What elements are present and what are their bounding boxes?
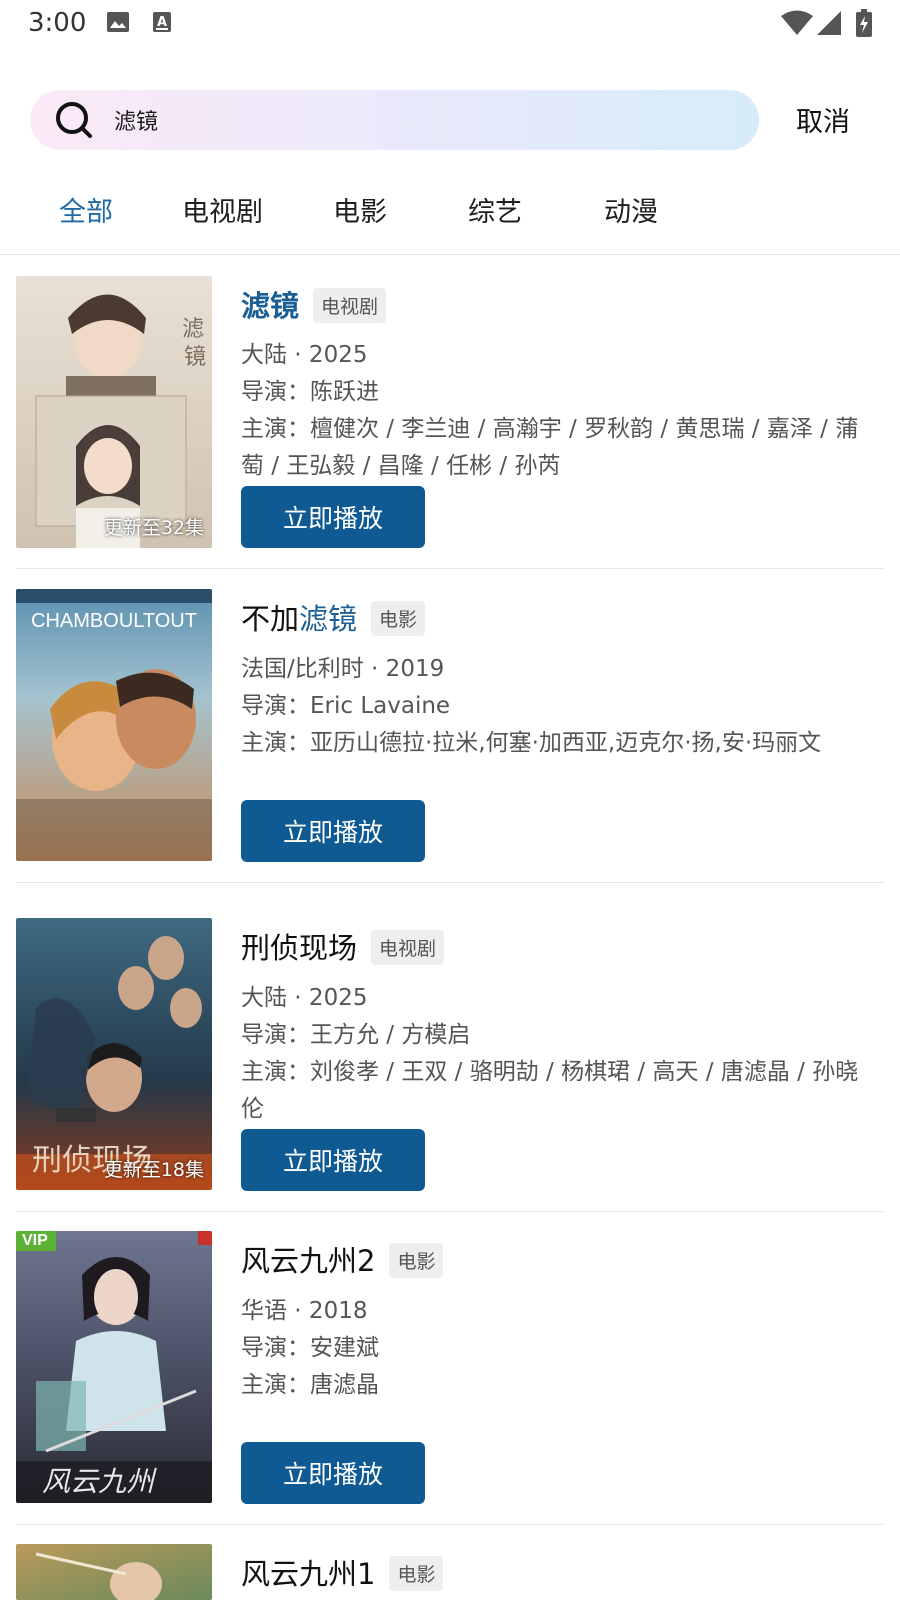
result-title[interactable]: 不加滤镜 电影 [241,596,426,638]
signal-icon [817,11,841,35]
poster-image[interactable]: 刑侦现场 更新至18集 [16,918,212,1190]
tab-anime[interactable]: 动漫 [604,190,658,229]
type-tag: 电视剧 [371,929,445,965]
director: 导演：安建斌 [241,1335,379,1361]
title-text: 风云九州2 [241,1244,376,1278]
result-title[interactable]: 刑侦现场 电视剧 [241,925,445,967]
cancel-button[interactable]: 取消 [796,100,850,139]
cast: 主演：檀健次 / 李兰迪 / 高瀚宇 / 罗秋韵 / 黄思瑞 / 嘉泽 / 蒲萄… [241,416,859,479]
play-now-button[interactable]: 立即播放 [241,800,425,862]
tabs-divider [0,254,900,255]
tab-tv-series[interactable]: 电视剧 [182,190,263,229]
image-icon [107,12,129,32]
director: 导演：陈跃进 [241,379,379,405]
title-highlight: 滤镜 [241,289,300,323]
battery-icon [856,9,872,37]
item-divider [16,1211,884,1212]
director: 导演：Eric Lavaine [241,693,451,719]
result-title[interactable]: 风云九州1 电影 [241,1551,444,1593]
vip-badge: VIP [16,1231,56,1251]
svg-text:风云九州: 风云九州 [42,1465,157,1498]
play-now-button[interactable]: 立即播放 [241,1442,425,1504]
type-tag: 电影 [371,600,426,636]
svg-text:镜: 镜 [184,345,206,370]
poster-image[interactable] [16,1544,212,1600]
wifi-icon [781,10,813,35]
region-year: 大陆 · 2025 [241,985,368,1011]
result-title[interactable]: 风云九州2 电影 [241,1238,444,1280]
type-tag: 电影 [389,1242,444,1278]
search-icon [56,102,92,138]
svg-text:滤: 滤 [182,317,204,342]
title-text: 刑侦现场 [241,931,358,965]
play-now-button[interactable]: 立即播放 [241,486,425,548]
region-year: 大陆 · 2025 [241,342,368,368]
item-divider [16,1524,884,1525]
item-divider [16,882,884,883]
type-tag: 电影 [389,1555,444,1591]
tab-all[interactable]: 全部 [59,190,113,229]
poster-image[interactable]: CHAMBOULTOUT [16,589,212,861]
type-tag: 电视剧 [313,287,387,323]
play-now-button[interactable]: 立即播放 [241,1129,425,1191]
poster-image[interactable]: 滤 镜 更新至32集 [16,276,212,548]
title-highlight: 滤镜 [299,602,358,636]
cast: 主演：亚历山德拉·拉米,何塞·加西亚,迈克尔·扬,安·玛丽文 [241,730,822,756]
status-time: 3:00 [28,8,87,38]
episode-caption: 更新至18集 [103,1159,204,1181]
item-divider [16,568,884,569]
search-bar[interactable]: 滤镜 [30,90,759,150]
search-input[interactable]: 滤镜 [114,104,158,136]
director: 导演：王方允 / 方模启 [241,1022,471,1048]
svg-text:A: A [157,15,167,30]
poster-title-text: CHAMBOULTOUT [31,610,197,632]
cast: 主演：唐滤晶 [241,1372,379,1398]
result-title[interactable]: 滤镜 电视剧 [241,283,387,325]
region-year: 法国/比利时 · 2019 [241,656,445,682]
region-year: 华语 · 2018 [241,1298,368,1324]
a-icon: A [153,12,171,32]
title-prefix: 不加 [241,602,300,636]
episode-caption: 更新至32集 [103,517,204,539]
tab-movies[interactable]: 电影 [333,190,387,229]
cast: 主演：刘俊孝 / 王双 / 骆明劼 / 杨棋珺 / 高天 / 唐滤晶 / 孙晓伦 [241,1059,859,1122]
status-bar: 3:00 A [0,0,900,48]
title-text: 风云九州1 [241,1557,376,1591]
tab-variety[interactable]: 综艺 [468,190,522,229]
poster-image[interactable]: 风云九州 VIP [16,1231,212,1503]
